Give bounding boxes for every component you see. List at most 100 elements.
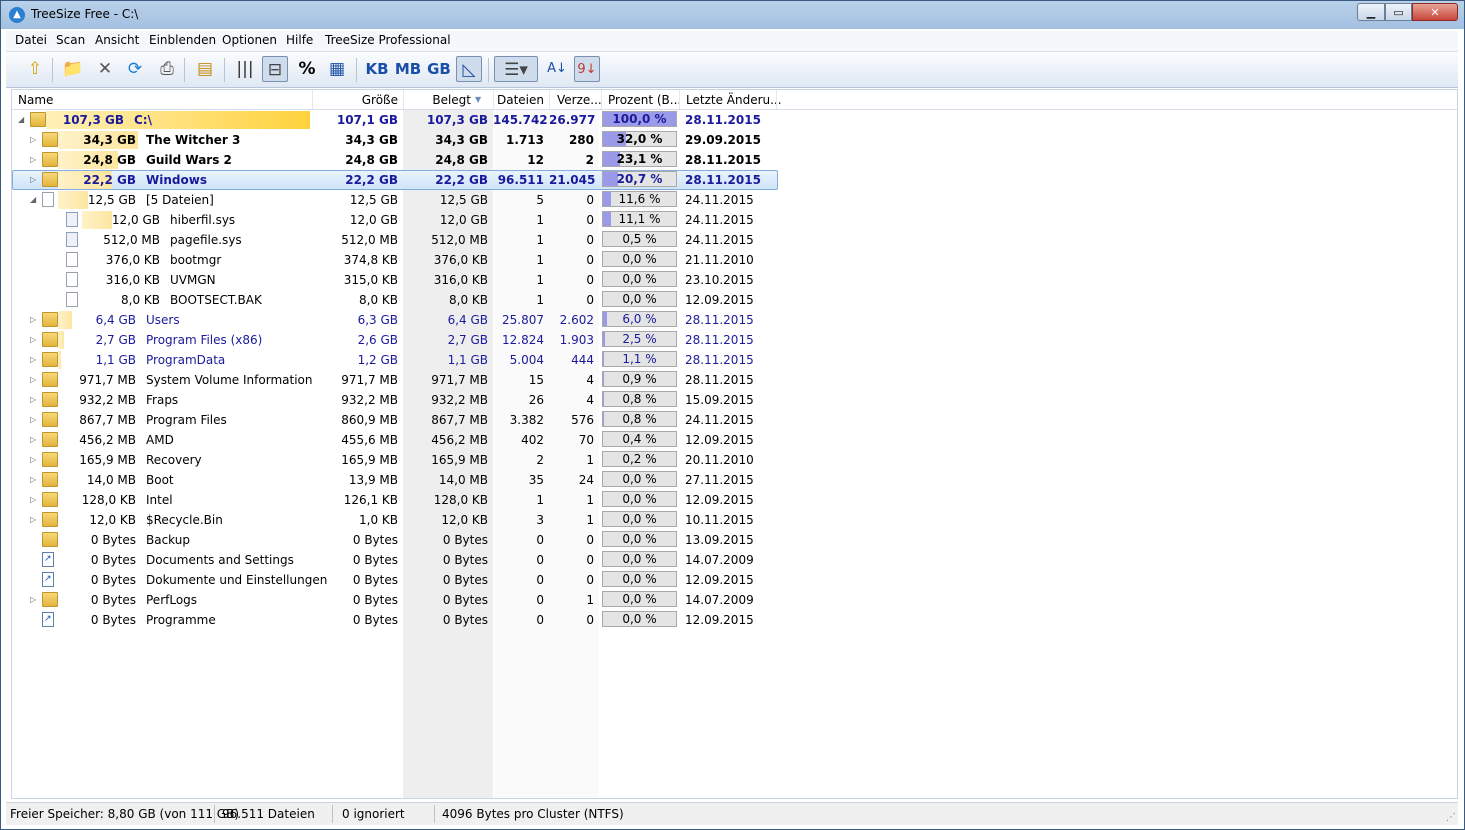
column-verzeichnisse[interactable]: Verze...: [557, 93, 602, 107]
menu-scan[interactable]: Scan: [56, 33, 85, 47]
stop-icon[interactable]: ✕: [92, 56, 118, 82]
tree-row[interactable]: 12,0 GB hiberfil.sys 12,0 GB 12,0 GB 1 0 11,1 …: [12, 210, 1457, 230]
tree-row[interactable]: ▷ 14,0 MB Boot 13,9 MB 14,0 MB 35 24 0,0 % 27.11…: [12, 470, 1457, 490]
size-view-icon[interactable]: ⊟: [262, 56, 288, 82]
tree-row[interactable]: ▷ 34,3 GB The Witcher 3 34,3 GB 34,3 GB 1.713…: [12, 130, 1457, 150]
menu-optionen[interactable]: Optionen: [222, 33, 277, 47]
folder-icon: [42, 392, 58, 407]
sort-size-icon[interactable]: 9↓: [574, 56, 600, 82]
column-name[interactable]: Name: [18, 93, 53, 107]
tree-row[interactable]: ▷ 165,9 MB Recovery 165,9 MB 165,9 MB 2 1 0,2 %…: [12, 450, 1457, 470]
menu-ansicht[interactable]: Ansicht: [95, 33, 139, 47]
belegt-value: 376,0 KB: [433, 253, 488, 267]
column-divider[interactable]: [601, 90, 602, 109]
unit-kb-button[interactable]: KB: [362, 56, 392, 82]
expand-arrow-icon[interactable]: ▷: [30, 394, 39, 405]
date-value: 21.11.2010: [685, 253, 754, 267]
expand-arrow-icon[interactable]: ▷: [30, 494, 39, 505]
window-title: TreeSize Free - C:\: [31, 7, 139, 21]
expand-arrow-icon[interactable]: ▷: [30, 454, 39, 465]
column-divider[interactable]: [549, 90, 550, 109]
explorer-icon[interactable]: ▤: [192, 56, 218, 82]
expand-arrow-icon[interactable]: ▷: [30, 514, 39, 525]
tree-row[interactable]: ◢ 107,3 GB C:\ 107,1 GB 107,3 GB 145.742 26.97…: [12, 110, 1457, 130]
tree-row[interactable]: ▷ 867,7 MB Program Files 860,9 MB 867,7 MB 3.…: [12, 410, 1457, 430]
expand-arrow-icon[interactable]: ▷: [30, 414, 39, 425]
unit-mb-button[interactable]: MB: [393, 56, 423, 82]
tree-row[interactable]: 0 Bytes Programme 0 Bytes 0 Bytes 0 0 0,0 % 12.…: [12, 610, 1457, 630]
expand-arrow-icon[interactable]: ▷: [30, 314, 39, 325]
file-count-view-icon[interactable]: ▦: [324, 56, 350, 82]
refresh-icon[interactable]: ⟳: [122, 56, 148, 82]
tree-row[interactable]: ▷ 932,2 MB Fraps 932,2 MB 932,2 MB 26 4 0,8 % 15…: [12, 390, 1457, 410]
menu-datei[interactable]: Datei: [15, 33, 47, 47]
expand-arrow-icon[interactable]: ▷: [30, 154, 39, 165]
sort-alpha-icon[interactable]: A↓: [544, 56, 570, 82]
column-dateien[interactable]: Dateien: [493, 93, 544, 107]
tree-row[interactable]: ▷ 2,7 GB Program Files (x86) 2,6 GB 2,7 GB 12…: [12, 330, 1457, 350]
tree-row[interactable]: 316,0 KB UVMGN 315,0 KB 316,0 KB 1 0 0,0 % 23.1…: [12, 270, 1457, 290]
tree-row[interactable]: 8,0 KB BOOTSECT.BAK 8,0 KB 8,0 KB 1 0 0,0 % 12.…: [12, 290, 1457, 310]
percent-view-icon[interactable]: %: [294, 56, 320, 82]
tree-row[interactable]: 512,0 MB pagefile.sys 512,0 MB 512,0 MB 1 0 0,…: [12, 230, 1457, 250]
folder-icon: [42, 372, 58, 387]
select-directory-icon[interactable]: ⇧: [22, 56, 48, 82]
close-button[interactable]: ✕: [1412, 3, 1458, 21]
expand-arrow-icon[interactable]: ▷: [30, 594, 39, 605]
column-prozent[interactable]: Prozent (B...: [608, 93, 681, 107]
expand-arrow-icon[interactable]: ▷: [30, 354, 39, 365]
auto-unit-icon[interactable]: ◺: [456, 56, 482, 82]
unit-gb-button[interactable]: GB: [424, 56, 454, 82]
percent-value: 11,1 %: [618, 212, 661, 226]
expand-arrow-icon[interactable]: ▷: [30, 334, 39, 345]
tree-row[interactable]: ▷ 456,2 MB AMD 455,6 MB 456,2 MB 402 70 0,4 % 12…: [12, 430, 1457, 450]
menu-treesize-professional[interactable]: TreeSize Professional: [325, 33, 451, 47]
tree-row[interactable]: ▷ 12,0 KB $Recycle.Bin 1,0 KB 12,0 KB 3 1 0,0 %…: [12, 510, 1457, 530]
expand-arrow-icon[interactable]: ▷: [30, 374, 39, 385]
tree-row[interactable]: ▷ 128,0 KB Intel 126,1 KB 128,0 KB 1 1 0,0 % 12.…: [12, 490, 1457, 510]
item-name: Fraps: [146, 393, 179, 407]
tree-row[interactable]: 376,0 KB bootmgr 374,8 KB 376,0 KB 1 0 0,0 % 21…: [12, 250, 1457, 270]
scan-folder-icon[interactable]: 📁: [60, 56, 86, 82]
column-divider[interactable]: [679, 90, 680, 109]
expand-arrow-icon[interactable]: ▷: [30, 134, 39, 145]
verzeichnisse-value: 0: [586, 253, 594, 267]
column-letzte-aenderung[interactable]: Letzte Änderu...: [686, 93, 782, 107]
tree-row[interactable]: ▷ 971,7 MB System Volume Information 971,7 …: [12, 370, 1457, 390]
maximize-button[interactable]: ▭: [1385, 3, 1412, 21]
expand-arrow-icon[interactable]: ▷: [30, 174, 39, 185]
app-window: ▲ TreeSize Free - C:\ ▁ ▭ ✕ Datei Scan A…: [0, 0, 1465, 830]
date-value: 15.09.2015: [685, 393, 754, 407]
belegt-value: 456,2 MB: [431, 433, 488, 447]
folder-icon: [42, 152, 58, 167]
minimize-button[interactable]: ▁: [1357, 3, 1385, 21]
collapse-arrow-icon[interactable]: ◢: [30, 194, 39, 205]
column-divider[interactable]: [776, 90, 777, 109]
tree-row[interactable]: ▷ 24,8 GB Guild Wars 2 24,8 GB 24,8 GB 12 2 23,…: [12, 150, 1457, 170]
percent-value: 0,0 %: [622, 492, 657, 506]
tree-row[interactable]: 0 Bytes Backup 0 Bytes 0 Bytes 0 0 0,0 % 13.09.…: [12, 530, 1457, 550]
dateien-value: 1.713: [506, 133, 544, 147]
tree-row[interactable]: ▷ 6,4 GB Users 6,3 GB 6,4 GB 25.807 2.602 6,0 %…: [12, 310, 1457, 330]
tree-row[interactable]: 0 Bytes Dokumente und Einstellungen 0 Byte…: [12, 570, 1457, 590]
print-icon[interactable]: ⎙: [154, 56, 180, 82]
percent-value: 0,0 %: [622, 472, 657, 486]
belegt-value: 932,2 MB: [431, 393, 488, 407]
tree-row[interactable]: ▷ 0 Bytes PerfLogs 0 Bytes 0 Bytes 0 1 0,0 % 14.…: [12, 590, 1457, 610]
tree-row[interactable]: ▷ 1,1 GB ProgramData 1,2 GB 1,1 GB 5.004 444 1,…: [12, 350, 1457, 370]
collapse-arrow-icon[interactable]: ◢: [18, 114, 27, 125]
column-groesse[interactable]: Größe: [312, 93, 398, 107]
tree-row[interactable]: ◢ 12,5 GB [5 Dateien] 12,5 GB 12,5 GB 5 0 11,6 …: [12, 190, 1457, 210]
menu-hilfe[interactable]: Hilfe: [286, 33, 313, 47]
columns-view-icon[interactable]: |||: [232, 56, 258, 82]
resize-grip-icon[interactable]: ⋰: [1446, 812, 1456, 823]
tree-row[interactable]: 0 Bytes Documents and Settings 0 Bytes 0 By…: [12, 550, 1457, 570]
expand-arrow-icon[interactable]: ▷: [30, 434, 39, 445]
date-value: 28.11.2015: [685, 373, 754, 387]
details-list-icon[interactable]: ☰▾: [494, 56, 538, 82]
menu-einblenden[interactable]: Einblenden: [149, 33, 216, 47]
folder-icon: [42, 172, 58, 187]
tree-row[interactable]: ▷ 22,2 GB Windows 22,2 GB 22,2 GB 96.511 21.04…: [12, 170, 1457, 190]
column-belegt[interactable]: Belegt: [403, 93, 471, 107]
expand-arrow-icon[interactable]: ▷: [30, 474, 39, 485]
